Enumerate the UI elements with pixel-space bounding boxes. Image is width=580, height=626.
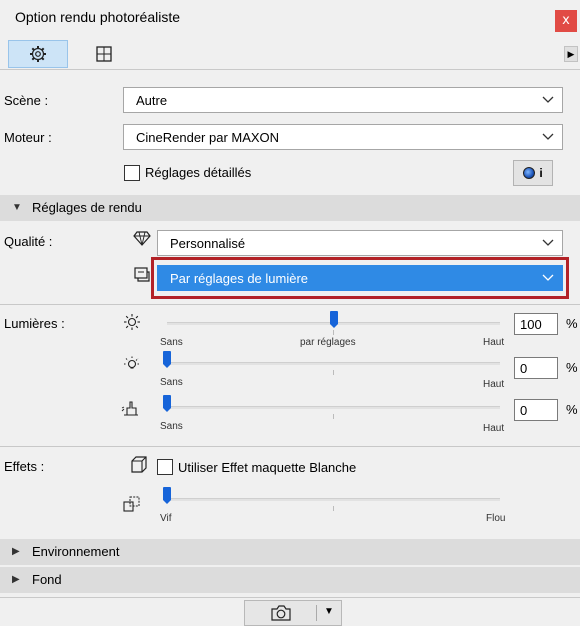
render-lighting-icon [134,267,150,282]
slider-max-label: Haut [483,423,505,434]
close-button[interactable]: x [555,10,577,32]
slider-min-label: Sans [160,377,183,388]
hand-light-icon [121,401,138,416]
sun-icon [124,314,140,330]
info-button[interactable]: i [513,160,553,186]
blur-slider-thumb[interactable] [163,487,171,504]
quality-value: Personnalisé [170,236,246,251]
window-title: Option rendu photoréaliste [15,9,180,25]
blur-icon [123,496,140,512]
render-button[interactable]: ▼ [244,600,342,626]
tab-settings[interactable] [8,40,68,68]
button-separator [316,605,317,621]
engine-select[interactable]: CineRender par MAXON [123,124,563,150]
sun-intensity-input[interactable]: 100 [514,313,558,335]
expand-arrow-icon: ▶ [12,574,20,585]
percent-unit: % [566,402,578,417]
title-bar: Option rendu photoréaliste x [0,0,580,36]
engine-label: Moteur : [4,130,52,145]
info-icon: i [539,166,543,180]
ambient-slider-thumb[interactable] [163,395,171,412]
blur-max-label: Flou [486,513,506,524]
background-title: Fond [32,572,62,587]
quality-select[interactable]: Personnalisé [157,230,563,256]
sun-slider-thumb[interactable] [329,311,338,328]
slider-tick [333,330,334,335]
environment-section-header[interactable]: ▶ Environnement [0,539,580,565]
lights-label: Lumières : [4,316,65,331]
slider-min-label: Sans [160,337,183,348]
dropdown-arrow-icon[interactable]: ▼ [324,606,334,617]
percent-unit: % [566,316,578,331]
slider-tick [333,414,334,419]
slider-max-label: Haut [483,337,505,348]
divider [0,304,580,305]
scene-value: Autre [136,93,168,108]
diamond-icon [133,231,151,246]
lightbulb-icon [124,356,140,369]
slider-tick [333,506,334,511]
effects-label: Effets : [4,459,45,474]
blur-slider[interactable] [167,498,500,501]
footer-bar: ▼ [0,597,580,626]
lighting-mode-select[interactable]: Par réglages de lumière [157,265,563,291]
slider-min-label: Sans [160,421,183,432]
lamp-slider-thumb[interactable] [163,351,171,368]
lamp-intensity-slider[interactable] [167,362,500,365]
lamp-intensity-input[interactable]: 0 [514,357,558,379]
tab-scroll-right-button[interactable]: ▶ [564,46,578,62]
scene-label: Scène : [4,93,49,108]
gear-icon [30,46,46,62]
render-settings-section-header[interactable]: ▼ Réglages de rendu [0,195,580,221]
camera-icon [271,605,291,621]
detailed-settings-label: Réglages détaillés [145,165,252,180]
white-model-label: Utiliser Effet maquette Blanche [178,460,357,475]
cube-icon [131,456,147,473]
lighting-mode-value: Par réglages de lumière [170,271,309,286]
environment-title: Environnement [32,544,120,559]
background-section-header[interactable]: ▶ Fond [0,567,580,593]
scene-select[interactable]: Autre [123,87,563,113]
divider [0,446,580,447]
chevron-down-icon [542,96,554,103]
blur-min-label: Vif [160,513,172,524]
slider-tick [333,370,334,375]
render-settings-title: Réglages de rendu [32,200,142,215]
percent-unit: % [566,360,578,375]
engine-value: CineRender par MAXON [136,130,280,145]
tab-bar: ▶ [0,40,580,70]
expand-arrow-icon: ▶ [12,546,20,557]
quality-label: Qualité : [4,234,53,249]
detailed-settings-checkbox[interactable] [124,165,140,181]
chevron-down-icon [542,239,554,246]
collapse-arrow-icon: ▼ [12,202,22,213]
slider-mid-label: par réglages [300,337,356,348]
ambient-intensity-slider[interactable] [167,406,500,409]
tab-view-frame[interactable] [74,40,134,68]
slider-max-label: Haut [483,379,505,390]
white-model-checkbox[interactable] [157,459,173,475]
chevron-down-icon [542,133,554,140]
globe-icon [523,167,536,179]
chevron-down-icon [542,274,554,281]
frame-icon [96,46,112,62]
ambient-intensity-input[interactable]: 0 [514,399,558,421]
